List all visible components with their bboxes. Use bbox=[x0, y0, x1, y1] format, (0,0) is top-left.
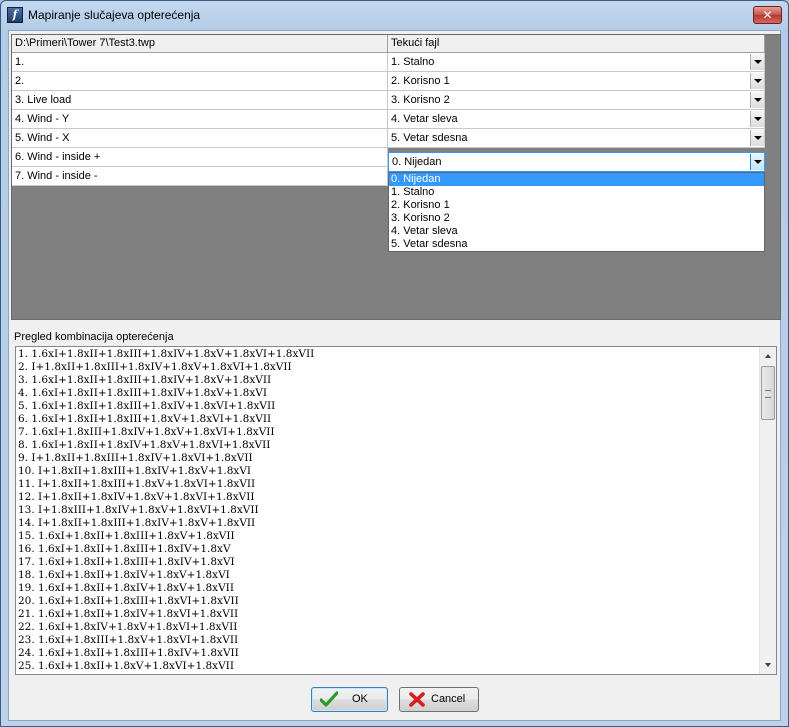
column-header-current-file[interactable]: Tekući fajl bbox=[388, 35, 765, 53]
mapping-combobox-value: 3. Korisno 2 bbox=[391, 94, 450, 106]
dropdown-arrow-icon[interactable] bbox=[750, 92, 764, 108]
list-item[interactable]: 23. 1.6xI+1.8xIII+1.8xV+1.8xVI+1.8xVII bbox=[18, 634, 758, 647]
combination-preview-list[interactable]: 1. 1.6xI+1.8xII+1.8xIII+1.8xIV+1.8xV+1.8… bbox=[15, 346, 777, 675]
dropdown-arrow-icon[interactable] bbox=[750, 54, 764, 70]
dialog-window: f Mapiranje slučajeva opterećenja ✕ D:\P… bbox=[0, 0, 789, 727]
active-mapping-combobox[interactable]: 0. Nijedan bbox=[388, 152, 765, 172]
mapping-combobox-value: 1. Stalno bbox=[391, 56, 435, 68]
list-item[interactable]: 13. I+1.8xIII+1.8xIV+1.8xV+1.8xVI+1.8xVI… bbox=[18, 504, 758, 517]
list-item[interactable]: 11. I+1.8xII+1.8xIII+1.8xV+1.8xVI+1.8xVI… bbox=[18, 478, 758, 491]
list-item[interactable]: 3. 1.6xI+1.8xII+1.8xIII+1.8xIV+1.8xV+1.8… bbox=[18, 374, 758, 387]
list-item[interactable]: 19. 1.6xI+1.8xII+1.8xIV+1.8xV+1.8xVII bbox=[18, 582, 758, 595]
list-item[interactable]: 14. I+1.8xII+1.8xIII+1.8xIV+1.8xV+1.8xVI… bbox=[18, 517, 758, 530]
list-item[interactable]: 15. 1.6xI+1.8xII+1.8xIII+1.8xV+1.8xVII bbox=[18, 530, 758, 543]
list-item[interactable]: 7. 1.6xI+1.8xIII+1.8xIV+1.8xV+1.8xVI+1.8… bbox=[18, 426, 758, 439]
cancel-button-label: Cancel bbox=[431, 693, 466, 705]
list-item[interactable]: 12. I+1.8xII+1.8xIV+1.8xV+1.8xVI+1.8xVII bbox=[18, 491, 758, 504]
list-item[interactable]: 6. 1.6xI+1.8xII+1.8xIII+1.8xV+1.8xVI+1.8… bbox=[18, 413, 758, 426]
list-item[interactable]: 21. 1.6xI+1.8xII+1.8xIV+1.8xVI+1.8xVII bbox=[18, 608, 758, 621]
load-case-name-cell: 2. bbox=[12, 72, 388, 91]
load-case-name-cell: 3. Live load bbox=[12, 91, 388, 110]
dropdown-option[interactable]: 4. Vetar sleva bbox=[389, 225, 764, 238]
list-item[interactable]: 24. 1.6xI+1.8xII+1.8xIII+1.8xIV+1.8xVII bbox=[18, 647, 758, 660]
mapping-combobox[interactable]: 2. Korisno 1 bbox=[388, 72, 765, 91]
list-item[interactable]: 18. 1.6xI+1.8xII+1.8xIV+1.8xV+1.8xVI bbox=[18, 569, 758, 582]
load-case-mapping-grid: D:\Primeri\Tower 7\Test3.twp Tekući fajl… bbox=[11, 34, 781, 320]
mapping-combobox[interactable]: 4. Vetar sleva bbox=[388, 110, 765, 129]
list-item[interactable]: 5. 1.6xI+1.8xII+1.8xIII+1.8xIV+1.8xVI+1.… bbox=[18, 400, 758, 413]
dropdown-arrow-icon[interactable] bbox=[750, 130, 764, 146]
red-x-icon bbox=[409, 692, 425, 707]
mapping-combobox-value: 4. Vetar sleva bbox=[391, 113, 458, 125]
checkmark-icon bbox=[320, 691, 338, 707]
list-item[interactable]: 9. I+1.8xII+1.8xIII+1.8xIV+1.8xVI+1.8xVI… bbox=[18, 452, 758, 465]
load-case-name-cell: 5. Wind - X bbox=[12, 129, 388, 148]
table-row: 5. Wind - X 5. Vetar sdesna bbox=[12, 129, 765, 148]
vertical-scrollbar[interactable] bbox=[759, 347, 776, 674]
mapping-combobox[interactable]: 5. Vetar sdesna bbox=[388, 129, 765, 148]
ok-button[interactable]: OK bbox=[311, 687, 388, 712]
title-bar[interactable]: f Mapiranje slučajeva opterećenja ✕ bbox=[1, 1, 788, 29]
list-item[interactable]: 8. 1.6xI+1.8xII+1.8xIV+1.8xV+1.8xVI+1.8x… bbox=[18, 439, 758, 452]
scrollbar-thumb[interactable] bbox=[761, 366, 775, 420]
load-case-name-cell: 1. bbox=[12, 53, 388, 72]
mapping-combobox[interactable]: 1. Stalno bbox=[388, 53, 765, 72]
ok-button-label: OK bbox=[352, 693, 368, 705]
dropdown-option[interactable]: 3. Korisno 2 bbox=[389, 212, 764, 225]
list-item[interactable]: 10. I+1.8xII+1.8xIII+1.8xIV+1.8xV+1.8xVI bbox=[18, 465, 758, 478]
dropdown-option[interactable]: 0. Nijedan bbox=[389, 173, 764, 186]
mapping-dropdown-list[interactable]: 0. Nijedan 1. Stalno 2. Korisno 1 3. Korisn… bbox=[388, 172, 765, 252]
active-combobox-value: 0. Nijedan bbox=[392, 156, 442, 168]
list-item[interactable]: 1. 1.6xI+1.8xII+1.8xIII+1.8xIV+1.8xV+1.8… bbox=[18, 348, 758, 361]
scroll-down-icon[interactable] bbox=[760, 657, 776, 674]
column-header-source-file[interactable]: D:\Primeri\Tower 7\Test3.twp bbox=[12, 35, 388, 53]
list-item[interactable]: 16. 1.6xI+1.8xII+1.8xIII+1.8xIV+1.8xV bbox=[18, 543, 758, 556]
dropdown-arrow-icon[interactable] bbox=[750, 111, 764, 127]
preview-label: Pregled kombinacija opterećenja bbox=[14, 331, 174, 343]
load-case-name-cell: 6. Wind - inside + bbox=[12, 148, 388, 167]
close-icon[interactable]: ✕ bbox=[753, 6, 782, 24]
list-item[interactable]: 17. 1.6xI+1.8xII+1.8xIII+1.8xIV+1.8xVI bbox=[18, 556, 758, 569]
table-row: 2. 2. Korisno 1 bbox=[12, 72, 765, 91]
load-case-name-cell: 7. Wind - inside - bbox=[12, 167, 388, 186]
load-case-name-cell: 4. Wind - Y bbox=[12, 110, 388, 129]
grid-header: D:\Primeri\Tower 7\Test3.twp Tekući fajl bbox=[12, 35, 765, 53]
table-row: 1. 1. Stalno bbox=[12, 53, 765, 72]
mapping-combobox[interactable]: 3. Korisno 2 bbox=[388, 91, 765, 110]
list-item[interactable]: 2. I+1.8xII+1.8xIII+1.8xIV+1.8xV+1.8xVI+… bbox=[18, 361, 758, 374]
dropdown-arrow-icon[interactable] bbox=[750, 154, 764, 170]
list-item[interactable]: 20. 1.6xI+1.8xII+1.8xIII+1.8xVI+1.8xVII bbox=[18, 595, 758, 608]
app-icon: f bbox=[7, 7, 23, 23]
scroll-up-icon[interactable] bbox=[760, 347, 776, 364]
dropdown-option[interactable]: 1. Stalno bbox=[389, 186, 764, 199]
dropdown-option[interactable]: 5. Vetar sdesna bbox=[389, 238, 764, 251]
mapping-combobox-value: 2. Korisno 1 bbox=[391, 75, 450, 87]
list-item[interactable]: 25. 1.6xI+1.8xII+1.8xV+1.8xVI+1.8xVII bbox=[18, 660, 758, 673]
table-row: 3. Live load 3. Korisno 2 bbox=[12, 91, 765, 110]
table-row: 4. Wind - Y 4. Vetar sleva bbox=[12, 110, 765, 129]
dropdown-option[interactable]: 2. Korisno 1 bbox=[389, 199, 764, 212]
dropdown-arrow-icon[interactable] bbox=[750, 73, 764, 89]
window-title: Mapiranje slučajeva opterećenja bbox=[28, 8, 201, 22]
dialog-client-area: D:\Primeri\Tower 7\Test3.twp Tekući fajl… bbox=[8, 30, 781, 721]
list-item[interactable]: 22. 1.6xI+1.8xIV+1.8xV+1.8xVI+1.8xVII bbox=[18, 621, 758, 634]
mapping-combobox-value: 5. Vetar sdesna bbox=[391, 132, 468, 144]
list-item[interactable]: 4. 1.6xI+1.8xII+1.8xIII+1.8xIV+1.8xV+1.8… bbox=[18, 387, 758, 400]
cancel-button[interactable]: Cancel bbox=[399, 687, 479, 712]
